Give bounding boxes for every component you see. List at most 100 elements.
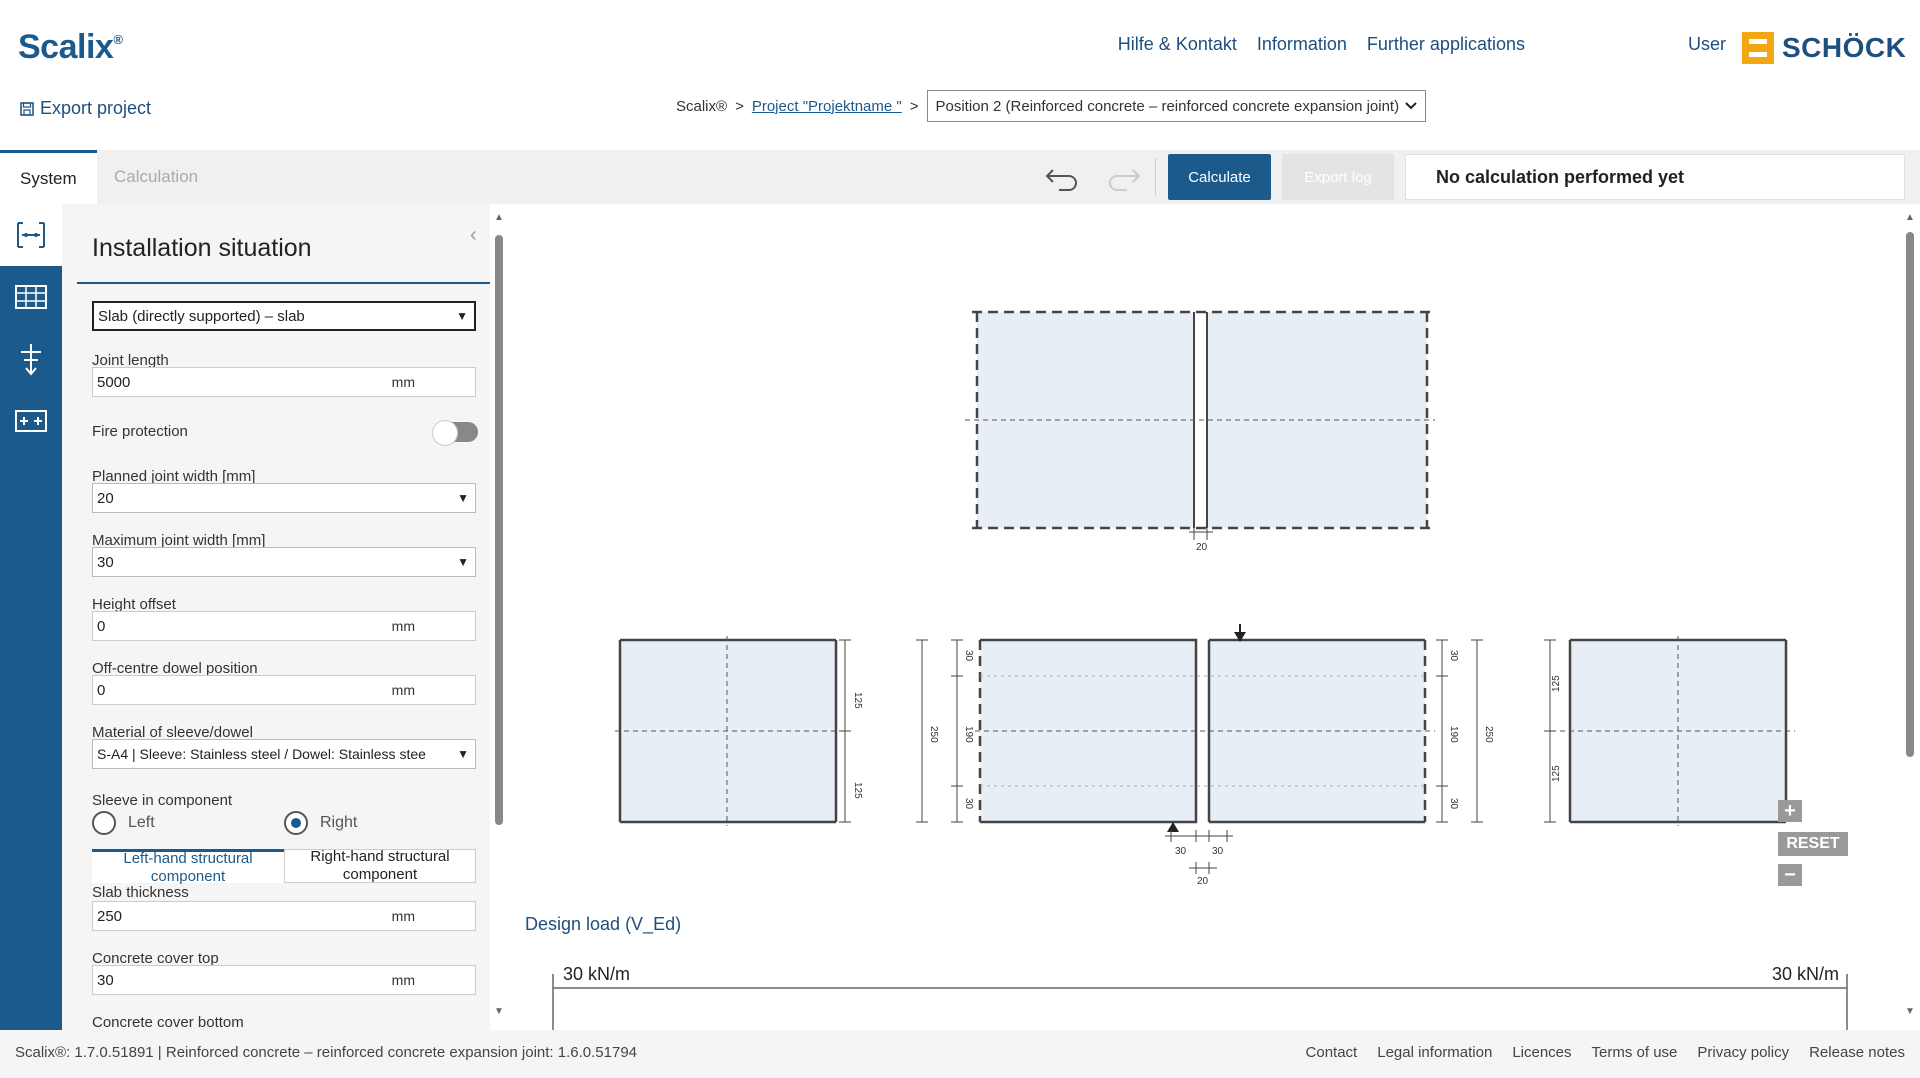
- user-menu[interactable]: User: [1688, 34, 1726, 55]
- fire-protection-toggle[interactable]: [432, 420, 478, 446]
- sidebar-item-dowel[interactable]: [0, 328, 62, 390]
- chevron-down-icon: [1405, 102, 1417, 110]
- nav-further-applications[interactable]: Further applications: [1367, 34, 1525, 55]
- dim-125-text: 125: [1551, 765, 1562, 782]
- redo-icon[interactable]: [1107, 162, 1141, 192]
- cover-top-input[interactable]: 30 mm: [92, 965, 476, 995]
- design-load-left-value: 30 kN/m: [563, 964, 631, 984]
- nav-information[interactable]: Information: [1257, 34, 1347, 55]
- footer-link-licences[interactable]: Licences: [1512, 1044, 1571, 1061]
- tab-system[interactable]: System: [0, 150, 97, 204]
- footer-link-privacy[interactable]: Privacy policy: [1697, 1044, 1789, 1061]
- tab-left-component[interactable]: Left-hand structural component: [92, 849, 284, 885]
- footer-link-contact[interactable]: Contact: [1306, 1044, 1358, 1061]
- section-right: 125 125: [1544, 636, 1795, 826]
- sidebar-item-add[interactable]: [0, 390, 62, 452]
- breadcrumb-root[interactable]: Scalix®: [676, 98, 727, 115]
- footer-link-terms[interactable]: Terms of use: [1592, 1044, 1678, 1061]
- breadcrumb-separator: >: [735, 97, 744, 115]
- canvas-scrollbar[interactable]: [1906, 232, 1914, 757]
- unit-label: mm: [391, 682, 415, 698]
- material-select[interactable]: S-A4 | Sleeve: Stainless steel / Dowel: …: [92, 739, 476, 769]
- panel-title-underline: [77, 282, 490, 284]
- drawing-canvas: 20 125 125 250 190 30 30 190 250 30 30 3…: [505, 204, 1920, 1030]
- unit-label: mm: [391, 618, 415, 634]
- planned-width-select[interactable]: 20 ▼: [92, 483, 476, 513]
- joint-length-input[interactable]: 5000 mm: [92, 367, 476, 397]
- footer-link-release-notes[interactable]: Release notes: [1809, 1044, 1905, 1061]
- chevron-down-icon: ▼: [457, 747, 469, 761]
- calculation-status: No calculation performed yet: [1405, 154, 1905, 200]
- dim-125-text: 125: [852, 782, 863, 799]
- zoom-in-button[interactable]: +: [1778, 800, 1802, 822]
- export-project-link[interactable]: Export project: [20, 98, 151, 119]
- dim-30-text: 30: [963, 650, 974, 662]
- export-log-label: Export log: [1304, 168, 1372, 186]
- sidebar-item-slab[interactable]: [0, 266, 62, 328]
- tab-right-component[interactable]: Right-hand structural component: [284, 848, 476, 883]
- tab-left-component-label: Left-hand structural component: [123, 849, 253, 885]
- sleeve-label: Sleeve in component: [92, 792, 233, 809]
- dim-30-text: 30: [1448, 650, 1459, 662]
- section-left: 125 125: [615, 636, 863, 826]
- brand-name: SCHÖCK: [1782, 32, 1907, 63]
- scroll-down-icon[interactable]: ▼: [494, 1006, 504, 1017]
- footer-link-legal[interactable]: Legal information: [1377, 1044, 1492, 1061]
- joint-length-value: 5000: [97, 373, 131, 391]
- breadcrumb-separator: >: [909, 97, 919, 115]
- position-select[interactable]: Position 2 (Reinforced concrete – reinfo…: [926, 90, 1427, 122]
- scroll-down-icon[interactable]: ▼: [1905, 1006, 1915, 1017]
- toolbar-divider: [1155, 158, 1156, 196]
- tab-calculation[interactable]: Calculation: [94, 150, 218, 204]
- material-select-value: S-A4 | Sleeve: Stainless steel / Dowel: …: [97, 746, 426, 762]
- height-offset-input[interactable]: 0 mm: [92, 611, 476, 641]
- reset-button[interactable]: RESET: [1778, 832, 1848, 856]
- slab-thickness-input[interactable]: 250 mm: [92, 901, 476, 931]
- sleeve-left-radio[interactable]: [92, 811, 116, 835]
- breadcrumb-project-link[interactable]: Project "Projektname ": [752, 98, 902, 115]
- schoeck-logo[interactable]: SCHÖCK: [1742, 32, 1906, 64]
- max-width-select[interactable]: 30 ▼: [92, 547, 476, 577]
- dim-joint-text: 20: [1197, 876, 1209, 887]
- section-right-dims: [1544, 639, 1556, 823]
- section-left-dims: [839, 639, 851, 823]
- tab-calculation-label: Calculation: [114, 167, 199, 186]
- schoeck-mark-icon: [1742, 32, 1774, 64]
- sleeve-right-radio[interactable]: [284, 811, 308, 835]
- zoom-out-button[interactable]: −: [1778, 864, 1802, 886]
- undo-icon[interactable]: [1045, 162, 1079, 192]
- dim-cover-left: [951, 639, 963, 823]
- situation-select[interactable]: Slab (directly supported) – slab ▼: [92, 301, 476, 331]
- footer: Scalix®: 1.7.0.51891 | Reinforced concre…: [0, 1030, 1920, 1078]
- export-project-label: Export project: [40, 98, 152, 118]
- dim-250-text: 250: [928, 726, 939, 743]
- tab-right-component-label: Right-hand structural component: [310, 848, 450, 883]
- offcentre-input[interactable]: 0 mm: [92, 675, 476, 705]
- export-log-button[interactable]: Export log: [1282, 154, 1394, 200]
- nav-help-contact[interactable]: Hilfe & Kontakt: [1118, 34, 1237, 55]
- dim-125-text: 125: [852, 692, 863, 709]
- header: Scalix® Hilfe & Kontakt Information Furt…: [0, 0, 1920, 150]
- dim-30-text: 30: [963, 798, 974, 810]
- zoom-in-icon: +: [1784, 799, 1796, 822]
- tab-system-label: System: [20, 168, 77, 188]
- collapse-panel-icon[interactable]: ‹: [470, 224, 477, 247]
- scroll-up-icon[interactable]: ▲: [494, 212, 504, 223]
- sidebar-item-joint[interactable]: [0, 204, 62, 266]
- footer-links: Contact Legal information Licences Terms…: [1306, 1044, 1905, 1061]
- installation-panel: Installation situation ‹ Slab (directly …: [62, 204, 490, 1030]
- scroll-up-icon[interactable]: ▲: [1905, 212, 1915, 223]
- dim-30-text: 30: [1212, 846, 1224, 857]
- calculate-button[interactable]: Calculate: [1168, 154, 1271, 200]
- panel-scrollbar[interactable]: [495, 235, 503, 825]
- sleeve-right-label: Right: [320, 814, 358, 831]
- dim-cover-right: [1436, 639, 1448, 823]
- position-select-value: Position 2 (Reinforced concrete – reinfo…: [935, 97, 1400, 115]
- slab-grid-icon: [15, 285, 47, 309]
- dim-190-text: 190: [1448, 726, 1459, 743]
- version-info: Scalix®: 1.7.0.51891 | Reinforced concre…: [15, 1044, 638, 1061]
- dim-30-text: 30: [1448, 798, 1459, 810]
- scalix-logo[interactable]: Scalix®: [18, 28, 123, 67]
- add-icon: [15, 410, 47, 432]
- dowel-icon: [21, 344, 41, 376]
